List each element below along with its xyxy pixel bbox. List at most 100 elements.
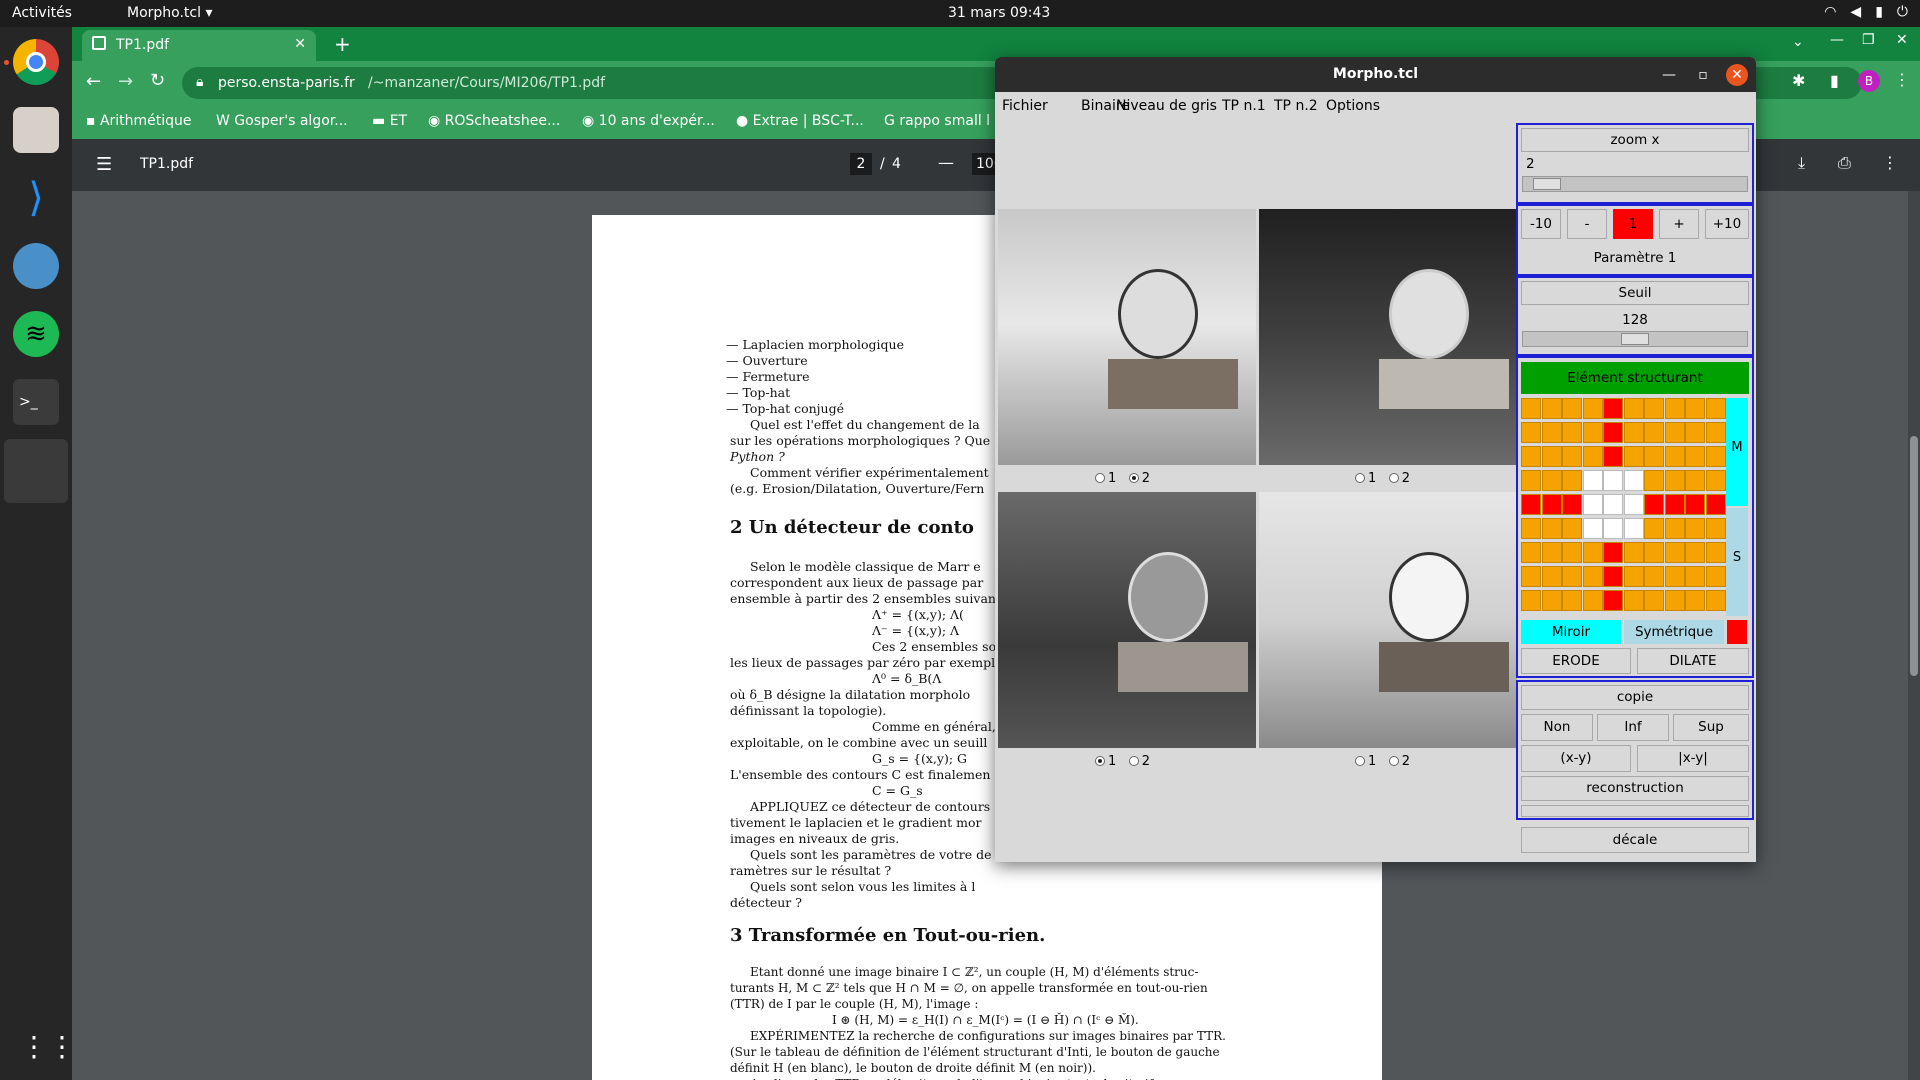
se-cell[interactable] bbox=[1541, 422, 1562, 443]
se-cell[interactable] bbox=[1685, 398, 1705, 419]
se-cell[interactable] bbox=[1541, 494, 1562, 515]
menu-fichier[interactable]: Fichier bbox=[1002, 98, 1048, 114]
se-cell[interactable] bbox=[1521, 398, 1541, 419]
download-icon[interactable]: ⤓ bbox=[1798, 153, 1805, 173]
decale-button[interactable]: décale bbox=[1521, 827, 1749, 853]
bookmark-folder-et[interactable]: ▬ ET bbox=[372, 113, 407, 129]
copie-button[interactable]: copie bbox=[1521, 685, 1749, 710]
plus-button[interactable]: + bbox=[1659, 209, 1699, 239]
se-cell[interactable] bbox=[1582, 542, 1603, 563]
se-cell[interactable] bbox=[1562, 422, 1582, 443]
se-cell[interactable] bbox=[1521, 446, 1541, 467]
se-cell[interactable] bbox=[1541, 566, 1562, 587]
bookmark-arithmetique[interactable]: ▪ Arithmétique bbox=[86, 113, 192, 129]
activities-button[interactable]: Activités bbox=[12, 5, 72, 21]
tab-tp1[interactable]: TP1.pdf ✕ bbox=[82, 30, 316, 61]
files-icon[interactable] bbox=[13, 107, 59, 153]
se-cell[interactable] bbox=[1562, 518, 1582, 539]
se-cell[interactable] bbox=[1705, 518, 1726, 539]
tab-search-icon[interactable]: ⌄ bbox=[1792, 34, 1804, 50]
se-cell[interactable] bbox=[1521, 494, 1541, 515]
se-cell[interactable] bbox=[1521, 470, 1541, 491]
se-cell[interactable] bbox=[1685, 446, 1705, 467]
menu-niveau-de-gris[interactable]: Niveau de gris bbox=[1116, 98, 1217, 114]
se-cell[interactable] bbox=[1644, 422, 1664, 443]
se-cell[interactable] bbox=[1644, 398, 1664, 419]
zoom-label[interactable]: zoom x bbox=[1521, 128, 1749, 152]
sup-button[interactable]: Sup bbox=[1673, 714, 1749, 741]
maximize-icon[interactable]: ▫ bbox=[1692, 64, 1714, 86]
zoom-slider[interactable] bbox=[1522, 176, 1748, 192]
menu-icon[interactable]: ⋮ bbox=[1894, 70, 1910, 89]
se-cell[interactable] bbox=[1623, 542, 1644, 563]
close-window-icon[interactable]: ✕ bbox=[1896, 32, 1908, 48]
se-cell[interactable] bbox=[1541, 446, 1562, 467]
bookmark-extrae[interactable]: ● Extrae | BSC-T... bbox=[736, 113, 864, 129]
close-icon[interactable]: ✕ bbox=[1726, 64, 1748, 86]
se-cell[interactable] bbox=[1582, 398, 1603, 419]
se-cell[interactable] bbox=[1644, 494, 1664, 515]
se-cell[interactable] bbox=[1521, 566, 1541, 587]
image-top-left[interactable] bbox=[998, 209, 1256, 465]
app-menu[interactable]: Morpho.tcl ▾ bbox=[127, 5, 212, 21]
se-cell[interactable] bbox=[1521, 518, 1541, 539]
radio-group-4[interactable]: 1 2 bbox=[1355, 754, 1410, 769]
se-cell[interactable] bbox=[1562, 470, 1582, 491]
se-cell[interactable] bbox=[1562, 590, 1582, 611]
se-cell[interactable] bbox=[1582, 446, 1603, 467]
new-tab-button[interactable]: + bbox=[334, 32, 351, 56]
scroll-thumb[interactable] bbox=[1910, 436, 1918, 676]
reconstruction-button[interactable]: reconstruction bbox=[1521, 776, 1749, 801]
se-cell[interactable] bbox=[1664, 590, 1685, 611]
se-cell[interactable] bbox=[1664, 494, 1685, 515]
minimize-icon[interactable]: — bbox=[1830, 32, 1844, 48]
se-cell[interactable] bbox=[1623, 566, 1644, 587]
se-cell[interactable] bbox=[1705, 398, 1726, 419]
se-cell[interactable] bbox=[1541, 542, 1562, 563]
se-cell[interactable] bbox=[1664, 398, 1685, 419]
image-top-right[interactable] bbox=[1259, 209, 1517, 465]
se-cell[interactable] bbox=[1623, 422, 1644, 443]
miroir-button[interactable]: Miroir bbox=[1521, 620, 1621, 644]
symetrique-button[interactable]: Symétrique bbox=[1624, 620, 1724, 644]
system-tray[interactable]: ◠ ◀ ▮ ⏻ bbox=[1824, 4, 1908, 20]
avatar[interactable]: B bbox=[1858, 70, 1880, 92]
abs-difference-button[interactable]: |x-y| bbox=[1637, 745, 1749, 772]
radio-group-2[interactable]: 1 2 bbox=[1355, 471, 1410, 486]
se-cell[interactable] bbox=[1603, 446, 1623, 467]
bookmark-gosper[interactable]: W Gosper's algor... bbox=[216, 113, 348, 129]
se-cell[interactable] bbox=[1664, 470, 1685, 491]
se-cell[interactable] bbox=[1582, 422, 1603, 443]
se-cell[interactable] bbox=[1603, 518, 1623, 539]
seuil-label[interactable]: Seuil bbox=[1521, 281, 1749, 305]
clock[interactable]: 31 mars 09:43 bbox=[948, 5, 1050, 21]
image-bottom-left[interactable] bbox=[998, 492, 1256, 748]
menu-options[interactable]: Options bbox=[1326, 98, 1380, 114]
seuil-slider-thumb[interactable] bbox=[1621, 333, 1649, 345]
se-cell[interactable] bbox=[1562, 446, 1582, 467]
se-cell[interactable] bbox=[1582, 470, 1603, 491]
radio-group-1[interactable]: 1 2 bbox=[1095, 471, 1150, 486]
parameter-value[interactable]: 1 bbox=[1613, 209, 1653, 239]
menu-tp1[interactable]: TP n.1 bbox=[1222, 98, 1266, 114]
se-cell[interactable] bbox=[1685, 566, 1705, 587]
se-cell[interactable] bbox=[1603, 470, 1623, 491]
se-cell[interactable] bbox=[1664, 422, 1685, 443]
se-cell[interactable] bbox=[1582, 590, 1603, 611]
minus-button[interactable]: - bbox=[1567, 209, 1607, 239]
non-button[interactable]: Non bbox=[1521, 714, 1593, 741]
se-cell[interactable] bbox=[1603, 422, 1623, 443]
image-bottom-right[interactable] bbox=[1259, 492, 1517, 748]
sidepanel-icon[interactable]: ▮ bbox=[1830, 71, 1839, 90]
se-cell[interactable] bbox=[1623, 590, 1644, 611]
se-cell[interactable] bbox=[1603, 542, 1623, 563]
se-cell[interactable] bbox=[1705, 542, 1726, 563]
se-cell[interactable] bbox=[1562, 398, 1582, 419]
se-cell[interactable] bbox=[1644, 446, 1664, 467]
se-cell[interactable] bbox=[1705, 470, 1726, 491]
se-cell[interactable] bbox=[1644, 566, 1664, 587]
radio-group-3[interactable]: 1 2 bbox=[1095, 754, 1150, 769]
seuil-slider[interactable] bbox=[1522, 331, 1748, 347]
se-cell[interactable] bbox=[1582, 566, 1603, 587]
se-cell[interactable] bbox=[1664, 518, 1685, 539]
